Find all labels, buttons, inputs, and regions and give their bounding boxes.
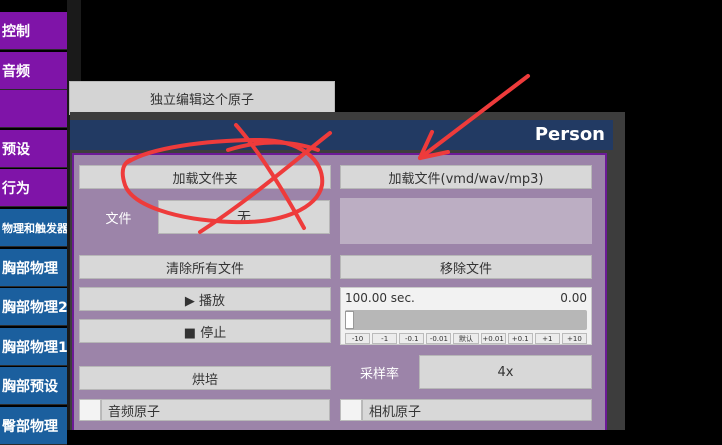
step-buttons-row: -10 -1 -0.1 -0.01 默认 +0.01 +0.1 +1 +10 bbox=[345, 333, 589, 344]
sidebar-item[interactable]: 胸部物理 bbox=[0, 249, 67, 287]
file-value-field[interactable]: 无 bbox=[158, 200, 330, 234]
step-button[interactable]: +0.01 bbox=[480, 333, 506, 344]
step-button[interactable]: -1 bbox=[372, 333, 398, 344]
sidebar-item[interactable]: 胸部物理2 bbox=[0, 288, 67, 326]
sidebar-item[interactable]: 胸部预设 bbox=[0, 367, 67, 405]
bake-button[interactable]: 烘培 bbox=[79, 366, 331, 390]
sample-rate-label: 采样率 bbox=[359, 366, 399, 382]
file-preview-box bbox=[340, 198, 592, 244]
time-slider-track[interactable] bbox=[345, 310, 587, 330]
step-button[interactable]: +0.1 bbox=[507, 333, 533, 344]
stop-button[interactable]: ■ 停止 bbox=[79, 319, 331, 343]
panel-header: Person bbox=[70, 120, 613, 150]
sample-rate-select[interactable]: 4x bbox=[419, 355, 592, 389]
audio-atom-checkbox[interactable] bbox=[79, 399, 101, 421]
step-button[interactable]: +10 bbox=[561, 333, 587, 344]
step-button[interactable]: -10 bbox=[345, 333, 371, 344]
step-button[interactable]: -0.1 bbox=[399, 333, 425, 344]
step-button[interactable]: +1 bbox=[534, 333, 560, 344]
edit-atom-standalone-button[interactable]: 独立编辑这个原子 bbox=[69, 81, 335, 115]
sidebar-item[interactable] bbox=[0, 90, 67, 128]
sidebar-item[interactable]: 胸部物理1 bbox=[0, 328, 67, 366]
sidebar-item[interactable]: 预设 bbox=[0, 130, 67, 168]
clear-all-files-button[interactable]: 清除所有文件 bbox=[79, 255, 331, 279]
time-slider-panel: 100.00 sec. 0.00 -10 -1 -0.1 -0.01 默认 +0.01 +0… bbox=[340, 287, 592, 345]
step-button[interactable]: -0.01 bbox=[426, 333, 452, 344]
camera-atom-select[interactable]: 相机原子 bbox=[362, 399, 592, 421]
remove-file-button[interactable]: 移除文件 bbox=[340, 255, 592, 279]
sidebar-item[interactable]: 行为 bbox=[0, 169, 67, 207]
sidebar-item[interactable]: 音频 bbox=[0, 52, 67, 90]
sidebar-item[interactable]: 物理和触发器 bbox=[0, 209, 67, 247]
load-folder-button[interactable]: 加载文件夹 bbox=[79, 165, 331, 189]
time-readout: 0.00 bbox=[560, 291, 587, 305]
panel-title: Person bbox=[534, 124, 605, 145]
audio-atom-select[interactable]: 音频原子 bbox=[101, 399, 330, 421]
time-slider-handle[interactable] bbox=[345, 311, 354, 329]
time-value: 100.00 sec. bbox=[345, 291, 415, 305]
file-label: 文件 bbox=[105, 211, 132, 227]
camera-atom-checkbox[interactable] bbox=[340, 399, 362, 421]
sidebar-item[interactable]: 臀部物理 bbox=[0, 407, 67, 445]
sidebar-item[interactable]: 控制 bbox=[0, 12, 67, 50]
load-file-button[interactable]: 加载文件(vmd/wav/mp3) bbox=[340, 165, 592, 189]
play-button[interactable]: ▶ 播放 bbox=[79, 287, 331, 311]
step-button[interactable]: 默认 bbox=[453, 333, 479, 344]
